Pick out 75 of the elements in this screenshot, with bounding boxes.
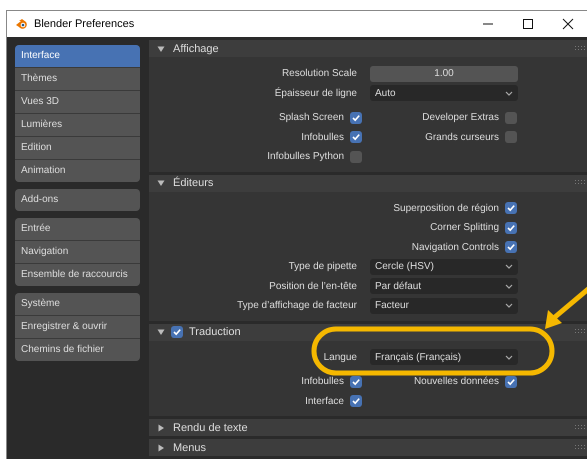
sidebar-item[interactable]: Navigation	[15, 241, 140, 264]
panel-title: Affichage	[173, 42, 219, 54]
checkbox-label: Corner Splitting	[430, 222, 499, 234]
checkbox-label: Infobulles	[301, 376, 344, 388]
checkbox[interactable]	[350, 376, 362, 388]
sidebar-item[interactable]: Ensemble de raccourcis	[15, 264, 140, 286]
checkmark-icon	[351, 112, 361, 123]
checkbox[interactable]	[505, 112, 517, 124]
dropdown[interactable]: Auto	[370, 85, 518, 102]
sidebar-item[interactable]: Animation	[15, 160, 140, 182]
checkbox[interactable]	[350, 112, 362, 124]
sidebar-item[interactable]: Entrée	[15, 218, 140, 241]
chevron-down-icon	[505, 354, 513, 360]
dropdown[interactable]: Français (Français)	[370, 349, 518, 366]
checkmark-icon	[506, 242, 516, 252]
checkbox-label: Developer Extras	[422, 112, 499, 124]
checkbox[interactable]	[505, 241, 517, 254]
sidebar-item[interactable]: Edition	[15, 137, 140, 160]
checkbox[interactable]	[171, 326, 183, 338]
close-icon	[562, 18, 574, 30]
panel-header[interactable]: Affichage	[149, 40, 587, 57]
sidebar-item[interactable]: Lumières	[15, 114, 140, 137]
checkmark-icon	[172, 327, 182, 337]
window-title: Blender Preferences	[34, 18, 134, 30]
checkbox[interactable]	[350, 150, 362, 163]
checkbox-label: Grands curseurs	[425, 132, 499, 143]
checkbox-label: Nouvelles données	[414, 376, 499, 388]
panel-header[interactable]: Menus	[149, 439, 587, 456]
checkmark-icon	[351, 396, 361, 406]
panel-title: Rendu de texte	[173, 422, 248, 434]
sidebar-item[interactable]: Vues 3D	[15, 91, 140, 114]
checkbox-label: Infobulles	[301, 132, 344, 143]
sidebar-item[interactable]: Interface	[15, 45, 140, 68]
chevron-down-icon	[505, 264, 513, 270]
dropdown[interactable]: Par défaut	[370, 278, 518, 294]
sidebar-item[interactable]: Chemins de fichier	[15, 339, 140, 361]
panel-header[interactable]: Rendu de texte	[149, 419, 587, 436]
field-label: Resolution Scale	[282, 68, 357, 80]
checkmark-icon	[351, 376, 361, 387]
field-label: Type d’affichage de facteur	[237, 300, 357, 312]
blender-logo-icon	[15, 18, 29, 30]
panel-title: Éditeurs	[173, 177, 214, 189]
checkbox[interactable]	[505, 202, 517, 214]
field-label: Épaisseur de ligne	[274, 88, 357, 99]
checkbox[interactable]	[350, 131, 362, 144]
checkbox[interactable]	[350, 395, 362, 408]
chevron-down-icon	[505, 284, 513, 289]
checkbox[interactable]	[505, 376, 517, 388]
maximize-icon	[522, 18, 534, 30]
checkbox-label: Interface	[305, 396, 344, 407]
chevron-down-icon	[505, 303, 513, 308]
checkbox-label: Infobulles Python	[267, 151, 344, 162]
field-label: Langue	[324, 352, 357, 363]
checkbox-label: Superposition de région	[393, 202, 499, 214]
panel-header[interactable]: Éditeurs	[149, 174, 587, 192]
field-label: Position de l’en-tête	[269, 280, 357, 292]
chevron-down-icon	[505, 90, 513, 96]
checkmark-icon	[506, 203, 516, 214]
panel-title: Traduction	[189, 326, 241, 338]
sidebar-item[interactable]: Thèmes	[15, 68, 140, 91]
dropdown[interactable]: Facteur	[370, 298, 518, 314]
checkbox-label: Navigation Controls	[412, 242, 499, 253]
field-label: Type de pipette	[288, 261, 357, 272]
number-field[interactable]: 1.00	[370, 66, 518, 82]
sidebar-item[interactable]: Add-ons	[15, 189, 140, 211]
checkbox[interactable]	[505, 222, 517, 234]
checkbox-label: Splash Screen	[278, 112, 344, 124]
dropdown[interactable]: Cercle (HSV)	[370, 258, 518, 275]
sidebar-item[interactable]: Enregistrer & ouvrir	[15, 316, 140, 339]
panel-title: Menus	[173, 442, 206, 454]
checkmark-icon	[506, 376, 516, 387]
sidebar-item[interactable]: Système	[15, 293, 140, 316]
checkmark-icon	[351, 132, 361, 142]
checkmark-icon	[506, 222, 516, 233]
checkbox[interactable]	[505, 131, 517, 144]
